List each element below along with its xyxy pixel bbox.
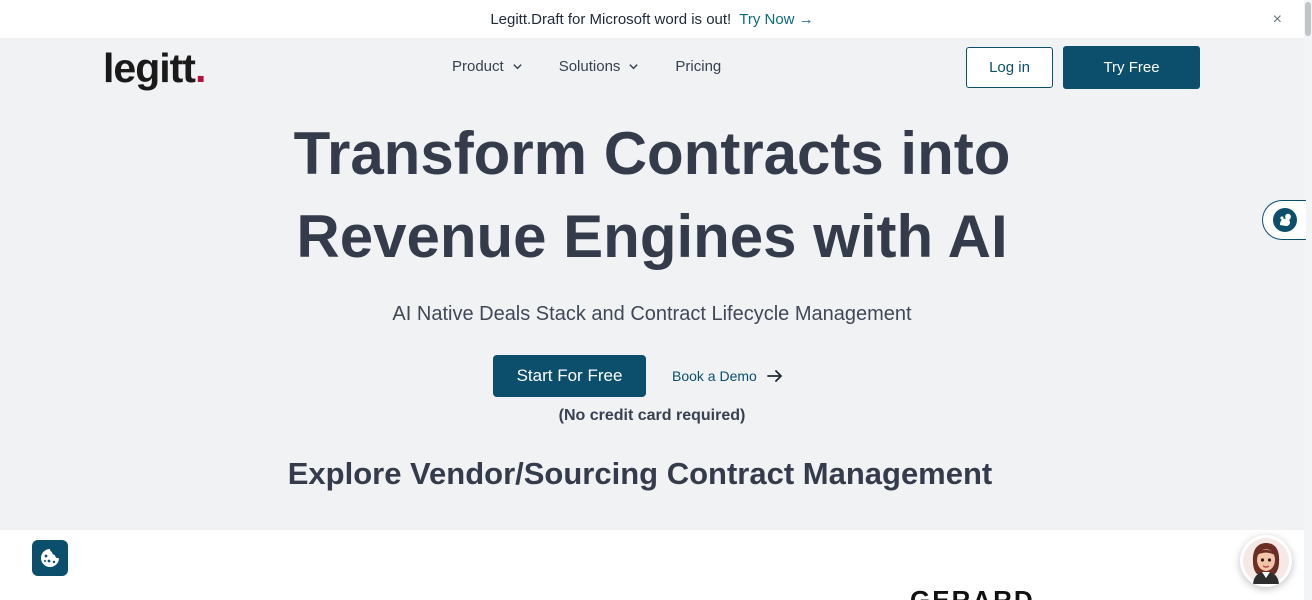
hero-title-line-2: Revenue Engines with AI xyxy=(296,203,1008,270)
try-now-link[interactable]: Try Now → xyxy=(739,11,813,28)
nav-item-solutions[interactable]: Solutions xyxy=(559,58,640,75)
logo-dot: . xyxy=(194,45,206,91)
assistant-avatar-icon xyxy=(1243,538,1289,584)
cookie-settings-button[interactable] xyxy=(32,540,68,576)
chevron-down-icon xyxy=(513,64,522,70)
chevron-down-icon xyxy=(629,64,639,70)
scrollbar[interactable] xyxy=(1304,0,1312,600)
nav-item-product[interactable]: Product xyxy=(452,58,523,75)
scrollbar-thumb[interactable] xyxy=(1305,2,1311,36)
book-demo-label: Book a Demo xyxy=(672,368,757,384)
side-widget-button[interactable] xyxy=(1262,200,1306,240)
logos-section xyxy=(0,530,1304,600)
nav-item-label: Product xyxy=(452,58,504,75)
close-icon[interactable]: × xyxy=(1273,11,1282,29)
logo[interactable]: legitt. xyxy=(103,45,206,92)
announcement-bar: Legitt.Draft for Microsoft word is out! … xyxy=(0,0,1304,38)
nav-menu: Product Solutions Pricing xyxy=(452,58,721,75)
arrow-right-icon xyxy=(766,370,782,382)
nav-item-label: Solutions xyxy=(558,58,621,75)
login-button[interactable]: Log in xyxy=(966,47,1053,88)
announcement-message: Legitt.Draft for Microsoft word is out! xyxy=(490,10,732,28)
client-logo: GERARD xyxy=(910,585,1035,600)
chat-assistant-button[interactable] xyxy=(1240,535,1292,587)
cookie-icon xyxy=(41,549,59,567)
hero-title-line-1: Transform Contracts into xyxy=(293,120,1011,187)
book-demo-link[interactable]: Book a Demo xyxy=(672,365,783,387)
squirrel-icon xyxy=(1272,208,1297,232)
hero-title: Transform Contracts into Revenue Engines… xyxy=(0,112,1304,278)
explore-heading: Explore Vendor/Sourcing Contract Managem… xyxy=(287,456,993,491)
logo-text: legitt xyxy=(103,45,196,91)
try-free-button[interactable]: Try Free xyxy=(1063,46,1200,89)
start-for-free-button[interactable]: Start For Free xyxy=(493,355,646,397)
nav-item-label: Pricing xyxy=(675,58,722,75)
nav-item-pricing[interactable]: Pricing xyxy=(675,58,721,75)
no-credit-card-note: (No credit card required) xyxy=(558,407,746,424)
main-nav: legitt. Product Solutions Pricing Log in… xyxy=(0,38,1304,98)
hero-subtitle: AI Native Deals Stack and Contract Lifec… xyxy=(392,303,912,325)
